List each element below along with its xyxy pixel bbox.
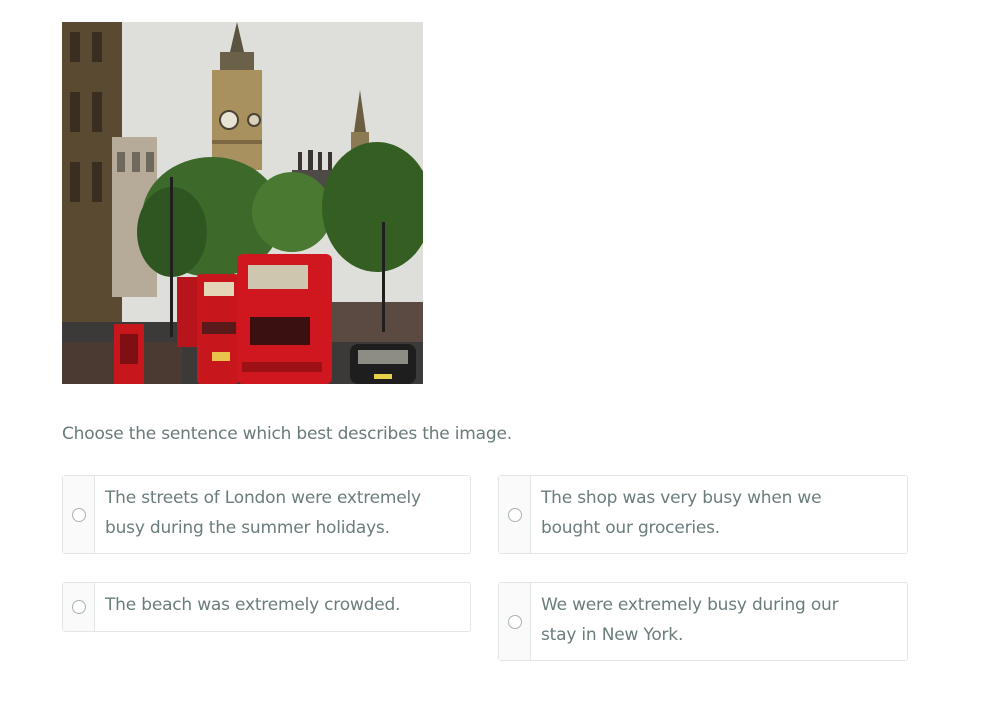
answer-option-label[interactable]: We were extremely busy during our stay i… <box>531 583 907 660</box>
answer-option-4[interactable]: We were extremely busy during our stay i… <box>498 582 908 661</box>
answer-option-label[interactable]: The beach was extremely crowded. <box>95 583 440 631</box>
london-street-photo <box>62 22 423 384</box>
radio-cell[interactable] <box>499 583 531 660</box>
answer-option-label[interactable]: The streets of London were extremely bus… <box>95 476 470 553</box>
radio-button[interactable] <box>507 507 522 522</box>
radio-cell[interactable] <box>63 476 95 553</box>
radio-cell[interactable] <box>63 583 95 631</box>
answer-option-2[interactable]: The shop was very busy when we bought ou… <box>498 475 908 554</box>
question-prompt: Choose the sentence which best describes… <box>62 424 512 444</box>
radio-button[interactable] <box>507 614 522 629</box>
radio-button[interactable] <box>71 507 86 522</box>
question-image <box>62 22 423 384</box>
radio-button[interactable] <box>71 600 86 614</box>
radio-cell[interactable] <box>499 476 531 553</box>
answer-option-3[interactable]: The beach was extremely crowded. <box>62 582 471 632</box>
answer-option-label[interactable]: The shop was very busy when we bought ou… <box>531 476 907 553</box>
answer-option-1[interactable]: The streets of London were extremely bus… <box>62 475 471 554</box>
